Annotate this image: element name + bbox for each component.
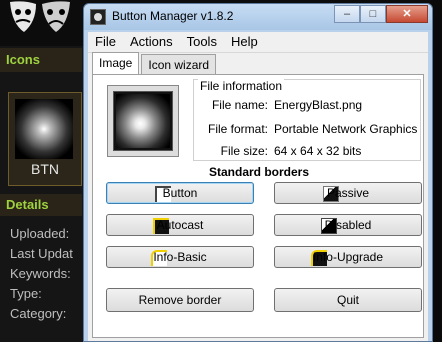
file-name-value: EnergyBlast.png xyxy=(274,98,363,112)
menu-bar: File Actions Tools Help xyxy=(88,32,428,53)
sidebar-heading-details: Details xyxy=(0,194,82,216)
window-title: Button Manager v1.8.2 xyxy=(112,9,234,23)
energy-blast-icon xyxy=(116,94,170,148)
theater-masks-logo xyxy=(10,1,70,32)
file-size-value: 64 x 64 x 32 bits xyxy=(274,144,362,158)
details-field: Keywords: xyxy=(10,266,71,281)
minimize-button[interactable]: – xyxy=(334,5,360,23)
file-format-value: Portable Network Graphics xyxy=(274,122,418,136)
menu-actions[interactable]: Actions xyxy=(123,32,180,52)
button-manager-window: Button Manager v1.8.2 – □ ✕ File Actions… xyxy=(83,3,433,342)
info-upgrade-border-label: Info-Upgrade xyxy=(312,250,384,264)
file-info-legend: File information xyxy=(198,79,285,93)
info-upgrade-border-button[interactable]: Info-Upgrade xyxy=(274,246,422,268)
tab-icon-wizard[interactable]: Icon wizard xyxy=(141,54,217,75)
tab-image[interactable]: Image xyxy=(92,52,140,75)
menu-help[interactable]: Help xyxy=(224,32,265,52)
button-border-button[interactable]: Button xyxy=(106,182,254,204)
quit-label: Quit xyxy=(336,293,359,307)
btn-tag: BTN xyxy=(31,161,59,177)
file-name-label: File name: xyxy=(211,98,268,112)
passive-border-label: Passive xyxy=(326,186,370,200)
details-field: Last Updat xyxy=(10,246,73,261)
info-basic-border-button[interactable]: Info-Basic xyxy=(106,246,254,268)
preview-frame xyxy=(113,91,173,151)
file-size-label: File size: xyxy=(220,144,268,158)
disabled-border-label: Disabled xyxy=(324,218,372,232)
window-client-area: File Actions Tools Help Image Icon wizar… xyxy=(88,32,428,341)
info-basic-border-label: Info-Basic xyxy=(153,250,207,264)
app-icon xyxy=(90,9,106,25)
file-info-group: File information File name: EnergyBlast.… xyxy=(193,79,421,161)
energy-blast-thumbnail xyxy=(15,99,73,159)
standard-borders-title: Standard borders xyxy=(208,165,310,179)
autocast-border-button[interactable]: Autocast xyxy=(106,214,254,236)
details-field-list: Uploaded: Last Updat Keywords: Type: Cat… xyxy=(10,224,73,324)
menu-file[interactable]: File xyxy=(88,32,123,52)
details-field: Uploaded: xyxy=(10,226,70,241)
title-bar[interactable]: Button Manager v1.8.2 – □ ✕ xyxy=(84,4,432,30)
disabled-border-button[interactable]: Disabled xyxy=(274,214,422,236)
details-field: Type: xyxy=(10,286,42,301)
icon-preview xyxy=(107,85,179,157)
sidebar-heading-icons: Icons xyxy=(0,48,82,72)
menu-tools[interactable]: Tools xyxy=(180,32,224,52)
remove-border-button[interactable]: Remove border xyxy=(106,288,254,312)
image-tab-panel: File information File name: EnergyBlast.… xyxy=(92,74,424,338)
close-button[interactable]: ✕ xyxy=(386,5,428,23)
window-controls: – □ ✕ xyxy=(334,5,428,23)
quit-button[interactable]: Quit xyxy=(274,288,422,312)
remove-border-label: Remove border xyxy=(138,293,222,307)
file-format-label: File format: xyxy=(207,122,268,136)
button-border-label: Button xyxy=(162,186,198,200)
tab-strip: Image Icon wizard xyxy=(92,52,218,76)
maximize-button[interactable]: □ xyxy=(360,5,386,23)
background-icon-tile[interactable]: BTN xyxy=(8,92,82,186)
passive-border-button[interactable]: Passive xyxy=(274,182,422,204)
details-field: Category: xyxy=(10,306,67,321)
autocast-border-label: Autocast xyxy=(156,218,204,232)
